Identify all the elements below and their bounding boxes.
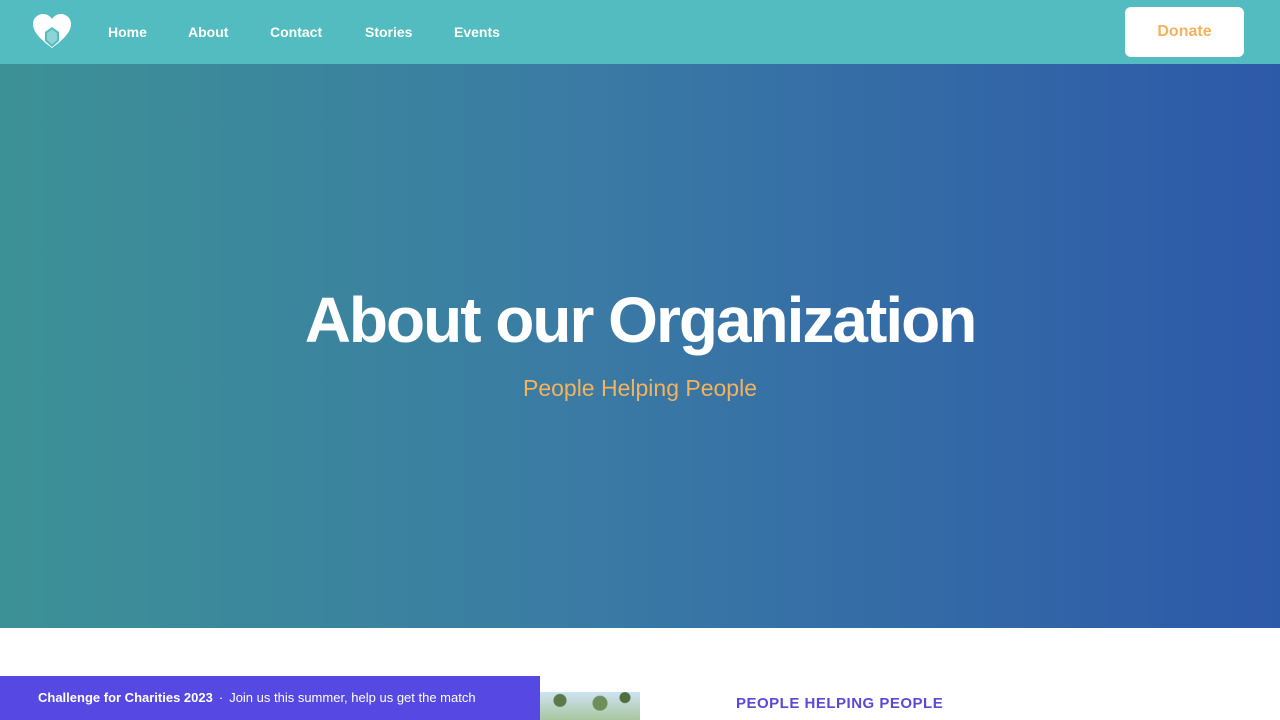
top-navigation-bar: Home About Contact Stories Events Donate <box>0 0 1280 64</box>
banner-separator: · <box>218 690 224 705</box>
donate-button[interactable]: Donate <box>1125 7 1244 57</box>
nav-link-events[interactable]: Events <box>454 0 500 64</box>
section-heading: PEOPLE HELPING PEOPLE <box>736 695 944 712</box>
banner-title: Challenge for Charities 2023 <box>38 690 213 705</box>
nav-link-contact[interactable]: Contact <box>270 0 322 64</box>
page-title: About our Organization <box>304 284 978 356</box>
banner-message: Join us this summer, help us get the mat… <box>229 690 476 705</box>
hero-subtitle: People Helping People <box>522 375 757 401</box>
heart-hands-icon[interactable] <box>32 14 72 50</box>
nav-link-about[interactable]: About <box>188 0 228 64</box>
nav-link-stories[interactable]: Stories <box>365 0 412 64</box>
announcement-banner[interactable]: Challenge for Charities 2023 · Join us thi… <box>0 676 540 720</box>
nav-link-home[interactable]: Home <box>108 0 147 64</box>
content-photo <box>540 692 640 720</box>
hero-section: About our Organization People Helping Pe… <box>0 64 1280 628</box>
